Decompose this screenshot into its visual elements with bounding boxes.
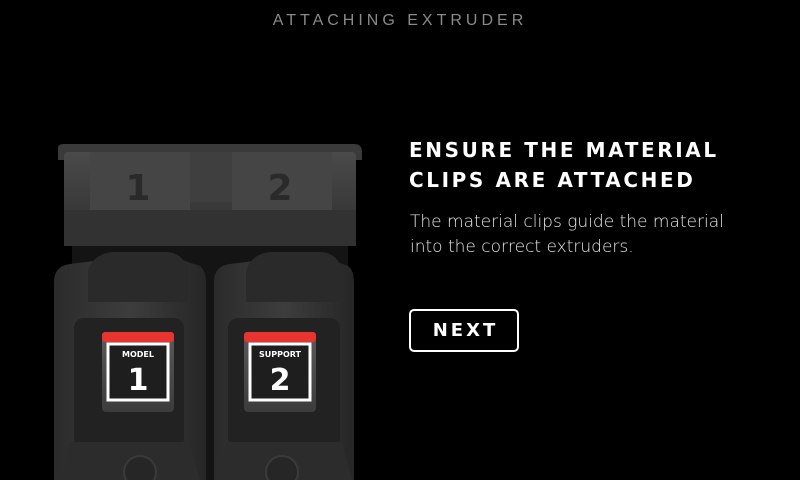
slot-number-1: 1: [125, 168, 150, 209]
extruder-illustration: 1 2 MODEL 1 SUPPORT 2: [50, 142, 366, 480]
extruder-2-label: SUPPORT: [259, 350, 302, 359]
heading-line-1: ENSURE THE MATERIAL: [409, 138, 719, 162]
next-button[interactable]: NEXT: [409, 309, 519, 352]
model-red-tab: [102, 332, 174, 342]
extruder-2-number: 2: [270, 363, 291, 398]
slot-number-2: 2: [267, 168, 292, 209]
extruder-model: MODEL 1: [54, 252, 206, 480]
body-line-2: into the correct extruders.: [410, 237, 634, 257]
body-line-1: The material clips guide the material: [410, 212, 724, 232]
extruder-support: SUPPORT 2: [214, 252, 354, 480]
support-red-tab: [244, 332, 316, 342]
extruder-1-label: MODEL: [122, 350, 154, 359]
extruder-svg: 1 2 MODEL 1 SUPPORT 2: [54, 144, 362, 480]
instruction-body: The material clips guide the material in…: [410, 210, 790, 260]
screen-title: ATTACHING EXTRUDER: [272, 12, 528, 29]
heading-line-2: CLIPS ARE ATTACHED: [409, 168, 696, 192]
instruction-heading: ENSURE THE MATERIAL CLIPS ARE ATTACHED: [409, 135, 789, 195]
extruder-1-number: 1: [128, 363, 149, 398]
